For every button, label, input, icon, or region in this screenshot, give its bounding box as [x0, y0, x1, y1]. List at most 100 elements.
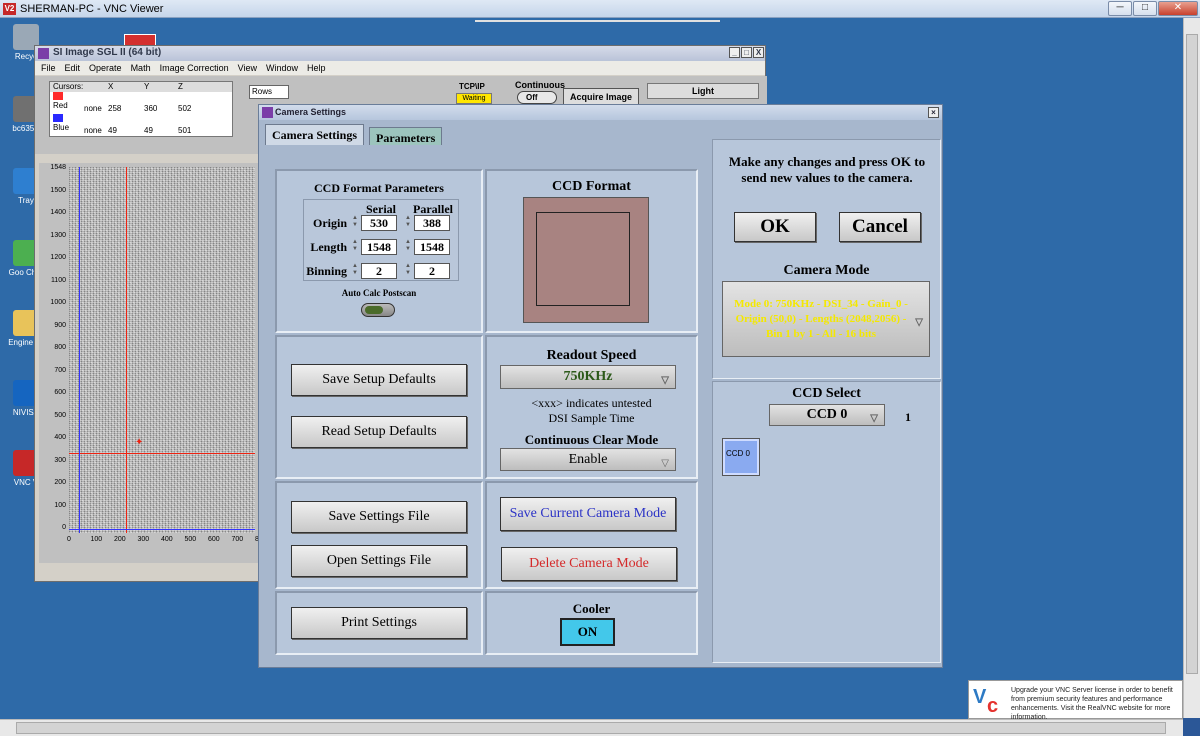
camera-mode-select[interactable]: Mode 0: 750KHz - DSI_34 - Gain_0 - Origi…	[722, 281, 930, 357]
ccd-format-preview	[523, 197, 649, 323]
readout-speed-select[interactable]: 750KHz ▽	[500, 365, 676, 389]
vnc-horizontal-scrollbar[interactable]	[0, 719, 1183, 736]
cancel-button[interactable]: Cancel	[839, 212, 921, 242]
waiting-status-badge: Waiting	[456, 93, 492, 104]
cursor-z-cell	[178, 114, 212, 125]
cursor-y-cell: 49	[144, 126, 153, 135]
cursor-row[interactable]: Red	[50, 92, 232, 110]
cursor-table[interactable]: Cursors: X Y Z Red none 258 360 502 Blue none 49 4…	[49, 81, 233, 137]
increment-decrement-icon[interactable]: ▲ ▼	[405, 215, 411, 231]
readout-speed-heading: Readout Speed	[546, 348, 637, 363]
image-plot[interactable]: ✦ 1548 1500 1400 1300 1200 1100 1000 900 800 700 6…	[39, 163, 263, 563]
vnc-vertical-scrollbar[interactable]	[1183, 18, 1200, 718]
tab-parameters[interactable]: Parameters	[369, 127, 443, 145]
dsi-sample-time-label: DSI Sample Time	[548, 411, 635, 425]
ccd-chip-tile[interactable]: CCD 0	[722, 438, 760, 476]
si-app-icon	[38, 48, 49, 59]
x-axis-tick: 300	[137, 536, 150, 543]
red-cursor-horizontal[interactable]	[69, 453, 255, 454]
increment-decrement-icon[interactable]: ▲ ▼	[352, 215, 358, 231]
camera-dialog-close-button[interactable]: ×	[928, 107, 939, 118]
y-axis-tick: 0	[62, 524, 66, 531]
cursor-column-header: Cursors:	[53, 82, 84, 91]
vnc-vertical-scroll-thumb[interactable]	[1186, 34, 1198, 674]
cooler-toggle[interactable]: ON	[560, 618, 615, 646]
blue-cursor-vertical[interactable]	[79, 167, 80, 533]
continuous-toggle[interactable]: Off	[517, 91, 557, 104]
vnc-minimize-button[interactable]: ─	[1108, 1, 1132, 16]
vnc-maximize-button[interactable]: □	[1133, 1, 1157, 16]
menu-item[interactable]: File	[41, 61, 56, 75]
menu-item[interactable]: Image Correction	[160, 61, 229, 75]
menu-item[interactable]: View	[238, 61, 257, 75]
cursor-column-header: Y	[144, 82, 150, 91]
camera-settings-dialog[interactable]: Camera Settings × Camera Settings Parame…	[258, 104, 943, 668]
delete-camera-mode-button[interactable]: Delete Camera Mode	[501, 547, 677, 581]
ccd-serial-field[interactable]: 1548	[361, 239, 397, 255]
ok-cancel-panel: Make any changes and press OK to send ne…	[712, 139, 941, 379]
ccd-parallel-field[interactable]: 388	[414, 215, 450, 231]
open-settings-file-button[interactable]: Open Settings File	[291, 545, 467, 577]
red-cursor-marker-icon[interactable]: ✦	[135, 437, 143, 448]
y-axis-tick: 400	[54, 434, 66, 441]
cursor-row[interactable]: none 49 49 501	[50, 125, 232, 136]
settings-file-panel: Save Settings File Open Settings File	[275, 481, 483, 589]
increment-decrement-icon[interactable]: ▲ ▼	[352, 239, 358, 255]
si-minimize-button[interactable]: _	[729, 47, 740, 58]
param-row-label: Length	[310, 240, 347, 254]
ok-button[interactable]: OK	[734, 212, 816, 242]
menu-item[interactable]: Help	[307, 61, 326, 75]
vnc-upgrade-notice[interactable]: Vc Upgrade your VNC Server license in or…	[968, 680, 1183, 719]
si-close-button[interactable]: X	[753, 47, 764, 58]
auto-calc-postscan-toggle[interactable]	[361, 303, 395, 317]
save-settings-file-button[interactable]: Save Settings File	[291, 501, 467, 533]
x-axis-tick: 0	[67, 536, 71, 543]
rows-select[interactable]: Rows	[249, 85, 289, 99]
vnc-horizontal-scroll-thumb[interactable]	[16, 722, 1166, 734]
chevron-down-icon: ▽	[661, 458, 669, 469]
save-setup-defaults-button[interactable]: Save Setup Defaults	[291, 364, 467, 396]
auto-calc-postscan-label: Auto Calc Postscan	[341, 288, 417, 298]
cursor-name-cell: Red	[50, 92, 108, 110]
cursor-x-cell	[108, 114, 144, 125]
continuous-clear-value: Enable	[568, 452, 608, 467]
ccd-serial-field[interactable]: 2	[361, 263, 397, 279]
menu-item[interactable]: Math	[131, 61, 151, 75]
ccd-format-heading: CCD Format	[552, 179, 631, 194]
toggle-led-icon	[365, 306, 383, 314]
image-noise-display[interactable]: ✦	[69, 167, 255, 533]
increment-decrement-icon[interactable]: ▲ ▼	[405, 263, 411, 279]
menu-item[interactable]: Operate	[89, 61, 122, 75]
ccd-serial-field[interactable]: 530	[361, 215, 397, 231]
cursor-row[interactable]: none 258 360 502	[50, 103, 232, 114]
param-row-label: Origin	[312, 216, 347, 230]
cursor-z-cell: 501	[178, 126, 192, 135]
param-row-label: Binning	[306, 264, 347, 278]
si-maximize-button[interactable]: □	[741, 47, 752, 58]
save-camera-mode-button[interactable]: Save Current Camera Mode	[500, 497, 676, 531]
x-axis-tick: 200	[114, 536, 126, 543]
ccd-select-panel: CCD Select CCD 0 ▽ 1 CCD 0	[712, 381, 941, 663]
ccd-parallel-field[interactable]: 2	[414, 263, 450, 279]
blue-cursor-horizontal[interactable]	[69, 529, 255, 530]
y-axis-tick: 1100	[50, 276, 66, 284]
menu-item[interactable]: Window	[266, 61, 298, 75]
ccd-select-dropdown[interactable]: CCD 0 ▽	[769, 404, 885, 426]
remote-desktop[interactable]: Recyc bc635P Tray Goo Chro Engine Fil NIVISA V…	[0, 18, 1183, 719]
cursor-row[interactable]: Blue	[50, 114, 232, 132]
print-settings-button[interactable]: Print Settings	[291, 607, 467, 639]
light-dark-select[interactable]: Light	[647, 83, 759, 99]
tab-camera-settings[interactable]: Camera Settings	[265, 124, 364, 145]
menu-item[interactable]: Edit	[65, 61, 81, 75]
ccd-format-params-heading: CCD Format Parameters	[314, 181, 444, 195]
continuous-clear-select[interactable]: Enable ▽	[500, 448, 676, 471]
vnc-close-button[interactable]: ✕	[1158, 1, 1198, 16]
increment-decrement-icon[interactable]: ▲ ▼	[352, 263, 358, 279]
red-cursor-vertical[interactable]	[126, 167, 127, 533]
y-axis-tick: 1200	[50, 254, 66, 261]
y-axis-tick: 1500	[50, 186, 66, 194]
ccd-parallel-field[interactable]: 1548	[414, 239, 450, 255]
increment-decrement-icon[interactable]: ▲ ▼	[405, 239, 411, 255]
camera-mode-buttons-panel: Save Current Camera Mode Delete Camera M…	[485, 481, 698, 589]
read-setup-defaults-button[interactable]: Read Setup Defaults	[291, 416, 467, 448]
